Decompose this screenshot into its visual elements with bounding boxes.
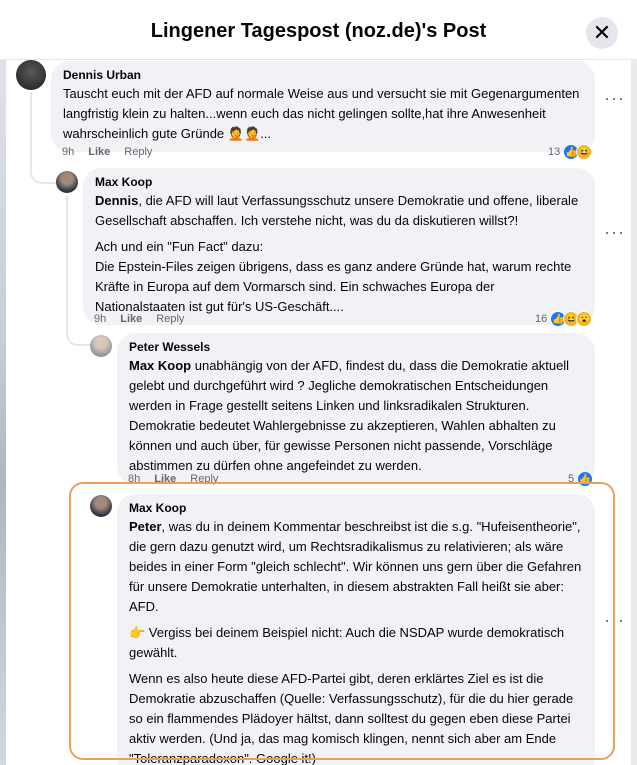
like-button[interactable]: Like bbox=[120, 313, 142, 325]
reply-button[interactable]: Reply bbox=[124, 146, 152, 158]
dialog-title: Lingener Tagespost (noz.de)'s Post bbox=[150, 20, 487, 42]
mention-link[interactable]: Max Koop bbox=[129, 358, 191, 373]
comment-bubble: Max Koop Dennis, die AFD will laut Verfa… bbox=[83, 168, 595, 325]
mention-link[interactable]: Dennis bbox=[95, 193, 138, 208]
more-options-icon[interactable]: ··· bbox=[604, 88, 625, 109]
comment-bubble: Dennis Urban Tauscht euch mit der AFD au… bbox=[51, 61, 595, 152]
comment-actions: 9h Like Reply bbox=[94, 313, 184, 325]
comment-author[interactable]: Max Koop bbox=[95, 174, 583, 190]
close-button[interactable]: ✕ bbox=[586, 17, 618, 49]
reaction-count: 13 bbox=[548, 146, 561, 158]
comment-text: Dennis, die AFD will laut Verfassungssch… bbox=[95, 193, 579, 228]
comment-text: Ach und ein "Fun Fact" dazu: bbox=[95, 239, 264, 254]
like-button[interactable]: Like bbox=[88, 146, 110, 158]
avatar[interactable] bbox=[90, 335, 112, 357]
comment-bubble: Peter Wessels Max Koop unabhängig von de… bbox=[117, 333, 595, 484]
close-icon: ✕ bbox=[592, 20, 612, 45]
comment-time[interactable]: 9h bbox=[62, 146, 74, 158]
comment-time[interactable]: 9h bbox=[94, 313, 106, 325]
background-strip-left bbox=[0, 60, 6, 765]
more-options-icon[interactable]: ··· bbox=[604, 222, 625, 243]
background-strip-right bbox=[631, 60, 637, 765]
comment-text: Tauscht euch mit der AFD auf normale Wei… bbox=[63, 86, 580, 141]
wow-reaction-icon: 😮 bbox=[576, 311, 593, 327]
haha-reaction-icon: 😆 bbox=[576, 144, 593, 160]
reaction-summary[interactable]: 13 👍 😆 bbox=[548, 144, 593, 160]
dialog-header: Lingener Tagespost (noz.de)'s Post ✕ bbox=[0, 0, 637, 60]
avatar[interactable] bbox=[16, 60, 46, 90]
comment-author[interactable]: Dennis Urban bbox=[63, 67, 583, 83]
reaction-count: 16 bbox=[535, 313, 548, 325]
comment-actions: 9h Like Reply bbox=[62, 146, 152, 158]
reaction-summary[interactable]: 16 👍 😆 😮 bbox=[535, 311, 593, 327]
highlight-frame bbox=[69, 482, 615, 760]
avatar[interactable] bbox=[56, 171, 78, 193]
comment-text: Max Koop unabhängig von der AFD, findest… bbox=[129, 358, 570, 473]
comment-text: Die Epstein-Files zeigen übrigens, dass … bbox=[95, 259, 572, 314]
comment-author[interactable]: Peter Wessels bbox=[129, 339, 583, 355]
reply-button[interactable]: Reply bbox=[156, 313, 184, 325]
